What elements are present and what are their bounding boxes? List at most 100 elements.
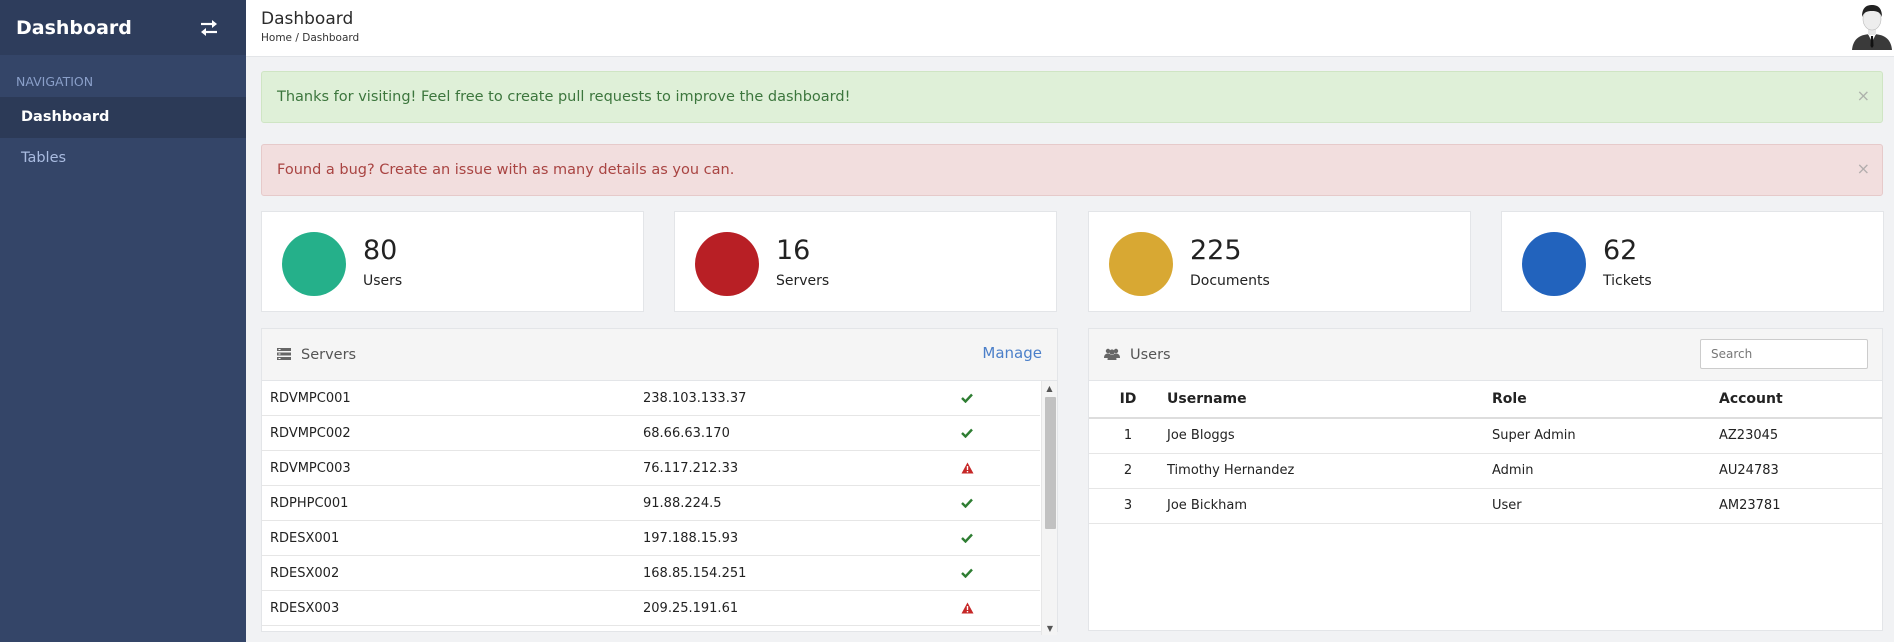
stat-circle-icon — [282, 232, 346, 296]
server-ip: 91.88.224.5 — [643, 495, 722, 511]
warning-icon — [952, 462, 982, 474]
sidebar: Dashboard NAVIGATION Dashboard Tables — [0, 0, 246, 642]
user-id: 2 — [1089, 453, 1167, 489]
danger-alert-text: Found a bug? Create an issue with as man… — [277, 162, 735, 178]
manage-link[interactable]: Manage — [982, 344, 1042, 362]
stat-card-users: 80 Users — [261, 211, 644, 312]
user-account: AZ23045 — [1719, 418, 1882, 454]
scroll-down-icon[interactable]: ▼ — [1042, 621, 1057, 635]
servers-panel: Servers Manage RDVMPC001 238.103.133.37 RD… — [261, 328, 1058, 635]
breadcrumb: Home / Dashboard — [261, 32, 359, 44]
table-row[interactable]: RDESX003 209.25.191.61 — [262, 591, 1040, 626]
stat-card-documents: 225 Documents — [1088, 211, 1471, 312]
table-row[interactable]: 2 Timothy Hernandez Admin AU24783 — [1089, 453, 1882, 489]
stat-label: Servers — [776, 273, 830, 289]
user-username: Timothy Hernandez — [1167, 453, 1492, 489]
close-icon[interactable]: × — [1857, 159, 1870, 178]
brand-title: Dashboard — [16, 16, 132, 39]
checkmark-icon — [952, 498, 982, 508]
server-ip: 238.103.133.37 — [643, 390, 747, 406]
server-list-icon — [277, 345, 291, 364]
table-row[interactable]: RDESX001 197.188.15.93 — [262, 521, 1040, 556]
table-row[interactable]: 3 Joe Bickham User AM23781 — [1089, 488, 1882, 524]
users-panel-title: Users — [1130, 346, 1171, 363]
checkmark-icon — [952, 533, 982, 543]
close-icon[interactable]: × — [1857, 86, 1870, 105]
stat-card-servers: 16 Servers — [674, 211, 1057, 312]
servers-list[interactable]: RDVMPC001 238.103.133.37 RDVMPC002 68.66.63… — [262, 381, 1057, 635]
servers-scrollbar[interactable]: ▲ ▼ — [1041, 381, 1057, 635]
checkmark-icon — [952, 568, 982, 578]
sidebar-item-tables[interactable]: Tables — [0, 138, 246, 179]
user-id: 1 — [1089, 418, 1167, 454]
scroll-up-icon[interactable]: ▲ — [1042, 381, 1057, 395]
server-name: RDVMPC002 — [270, 425, 351, 441]
servers-panel-title: Servers — [301, 346, 357, 363]
stat-circle-icon — [1522, 232, 1586, 296]
stat-value: 16 — [776, 235, 811, 266]
stat-label: Users — [363, 273, 403, 289]
table-row[interactable]: 1 Joe Bloggs Super Admin AZ23045 — [1089, 418, 1882, 454]
checkmark-icon — [952, 393, 982, 403]
avatar[interactable] — [1851, 2, 1893, 50]
users-panel-header: Users — [1089, 329, 1882, 381]
table-header-row: ID Username Role Account — [1089, 381, 1882, 419]
warning-icon — [952, 602, 982, 614]
users-panel: Users ID Username Role Account 1Joe Blog… — [1088, 328, 1883, 631]
user-account: AM23781 — [1719, 488, 1882, 524]
user-role: Super Admin — [1492, 418, 1719, 454]
user-avatar-icon — [1852, 5, 1892, 50]
table-row[interactable]: RDESX002 168.85.154.251 — [262, 556, 1040, 591]
user-username: Joe Bickham — [1167, 488, 1492, 524]
user-role: User — [1492, 488, 1719, 524]
server-name: RDVMPC001 — [270, 390, 351, 406]
server-ip: 76.117.212.33 — [643, 460, 739, 476]
user-role: Admin — [1492, 453, 1719, 489]
column-header-role[interactable]: Role — [1492, 381, 1719, 419]
server-ip: 197.188.15.93 — [643, 530, 739, 546]
stat-label: Documents — [1190, 273, 1270, 289]
server-name: RDESX002 — [270, 565, 340, 581]
search-input[interactable] — [1700, 339, 1868, 369]
sidebar-header: Dashboard — [0, 0, 246, 55]
page-title: Dashboard — [261, 9, 354, 29]
sidebar-item-dashboard[interactable]: Dashboard — [0, 97, 246, 138]
servers-panel-header: Servers Manage — [262, 329, 1057, 381]
stat-value: 62 — [1603, 235, 1638, 266]
users-icon — [1104, 345, 1120, 364]
server-ip: 209.25.191.61 — [643, 600, 739, 616]
server-name: RDESX001 — [270, 530, 340, 546]
breadcrumb-separator: / — [295, 32, 299, 44]
server-name: RDESX003 — [270, 600, 340, 616]
top-bar: Dashboard Home / Dashboard — [246, 0, 1894, 57]
stat-value: 225 — [1190, 235, 1242, 266]
table-row[interactable]: RDVMPC001 238.103.133.37 — [262, 381, 1040, 416]
users-table: ID Username Role Account 1 Joe Bloggs Supe… — [1089, 381, 1882, 524]
table-row[interactable]: RDVMPC003 76.117.212.33 — [262, 451, 1040, 486]
success-alert-text: Thanks for visiting! Feel free to create… — [277, 89, 851, 105]
user-account: AU24783 — [1719, 453, 1882, 489]
table-row[interactable]: RDVMPC002 68.66.63.170 — [262, 416, 1040, 451]
server-ip: 68.66.63.170 — [643, 425, 730, 441]
stat-value: 80 — [363, 235, 398, 266]
navigation-label: NAVIGATION — [16, 74, 94, 89]
server-name: RDVMPC003 — [270, 460, 351, 476]
stat-circle-icon — [1109, 232, 1173, 296]
server-name: RDPHPC001 — [270, 495, 349, 511]
column-header-account[interactable]: Account — [1719, 381, 1882, 419]
stat-circle-icon — [695, 232, 759, 296]
server-ip: 168.85.154.251 — [643, 565, 747, 581]
checkmark-icon — [952, 428, 982, 438]
breadcrumb-home[interactable]: Home — [261, 32, 292, 44]
user-username: Joe Bloggs — [1167, 418, 1492, 454]
stat-label: Tickets — [1603, 273, 1652, 289]
danger-alert: Found a bug? Create an issue with as man… — [261, 144, 1883, 196]
column-header-username[interactable]: Username — [1167, 381, 1492, 419]
success-alert: Thanks for visiting! Feel free to create… — [261, 71, 1883, 123]
swap-arrows-icon[interactable] — [198, 17, 220, 39]
column-header-id[interactable]: ID — [1089, 381, 1167, 419]
stat-card-tickets: 62 Tickets — [1501, 211, 1884, 312]
table-row[interactable]: RDPHPC001 91.88.224.5 — [262, 486, 1040, 521]
scrollbar-thumb[interactable] — [1045, 397, 1056, 529]
user-id: 3 — [1089, 488, 1167, 524]
